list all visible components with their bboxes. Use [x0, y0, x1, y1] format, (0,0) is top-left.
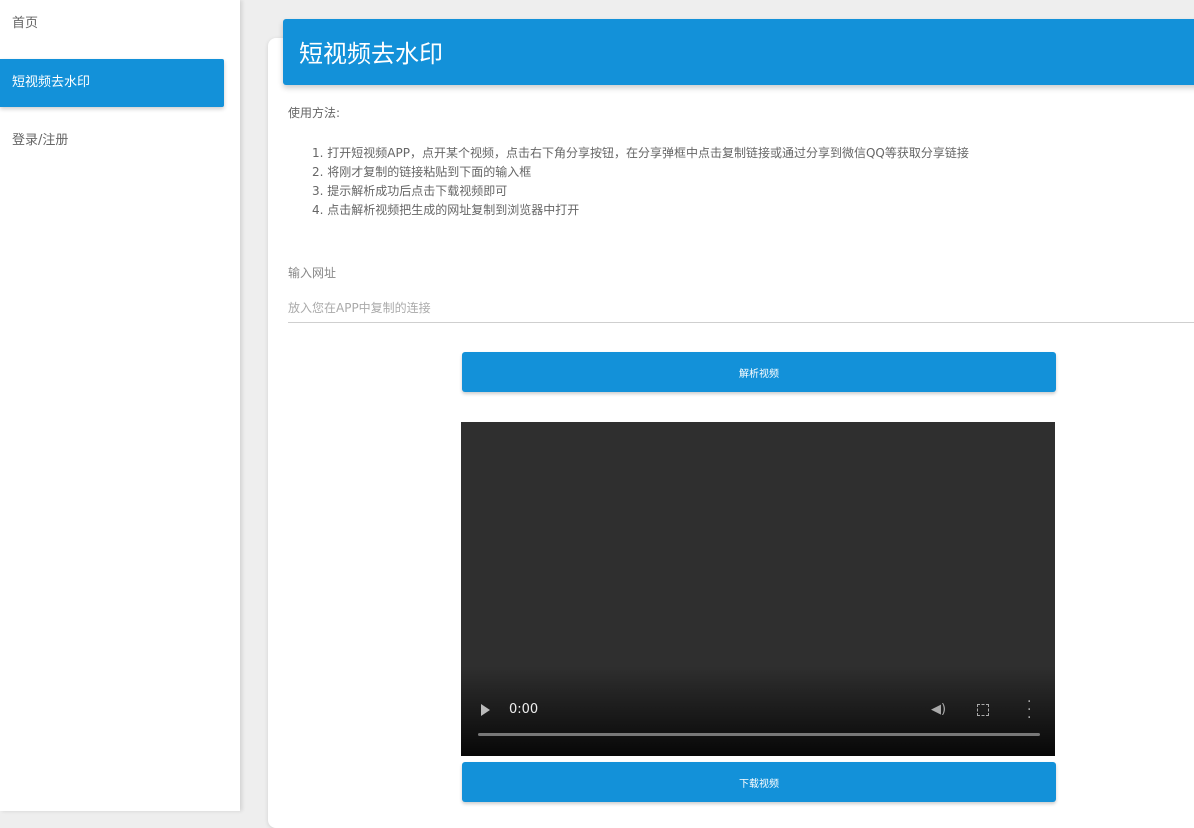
- video-progress-bar[interactable]: [478, 733, 1040, 736]
- sidebar: 首页 短视频去水印 登录/注册: [0, 0, 240, 811]
- instruction-step: 4. 点击解析视频把生成的网址复制到浏览器中打开: [312, 203, 580, 217]
- page-title: 短视频去水印: [299, 40, 443, 68]
- nav-item-watermark-removal[interactable]: 短视频去水印: [0, 59, 224, 107]
- nav-item-login-register[interactable]: 登录/注册: [0, 117, 224, 165]
- instruction-list: 1. 打开短视频APP，点开某个视频，点击右下角分享按钮，在分享弹框中点击复制链…: [312, 144, 969, 220]
- nav-item-label: 登录/注册: [12, 133, 69, 148]
- instruction-step: 2. 将刚才复制的链接粘贴到下面的输入框: [312, 165, 532, 179]
- instruction-step: 1. 打开短视频APP，点开某个视频，点击右下角分享按钮，在分享弹框中点击复制链…: [312, 146, 969, 160]
- download-video-button[interactable]: 下载视频: [462, 762, 1056, 802]
- nav-item-label: 首页: [12, 16, 39, 31]
- url-input[interactable]: [288, 294, 1194, 323]
- fullscreen-icon[interactable]: [977, 704, 989, 716]
- more-options-icon[interactable]: · · ·: [1027, 695, 1031, 725]
- video-controls-overlay: [461, 666, 1055, 756]
- card-header: 短视频去水印: [283, 19, 1194, 85]
- url-input-label: 输入网址: [288, 266, 337, 280]
- nav-item-label: 短视频去水印: [12, 75, 91, 90]
- video-player[interactable]: 0:00 ◀) · · ·: [461, 422, 1055, 756]
- parse-video-button[interactable]: 解析视频: [462, 352, 1056, 392]
- usage-label: 使用方法:: [288, 106, 341, 120]
- volume-icon[interactable]: ◀): [931, 702, 946, 717]
- video-time: 0:00: [509, 702, 539, 717]
- play-icon[interactable]: [481, 704, 490, 716]
- instruction-step: 3. 提示解析成功后点击下载视频即可: [312, 184, 508, 198]
- nav-item-home[interactable]: 首页: [0, 0, 224, 48]
